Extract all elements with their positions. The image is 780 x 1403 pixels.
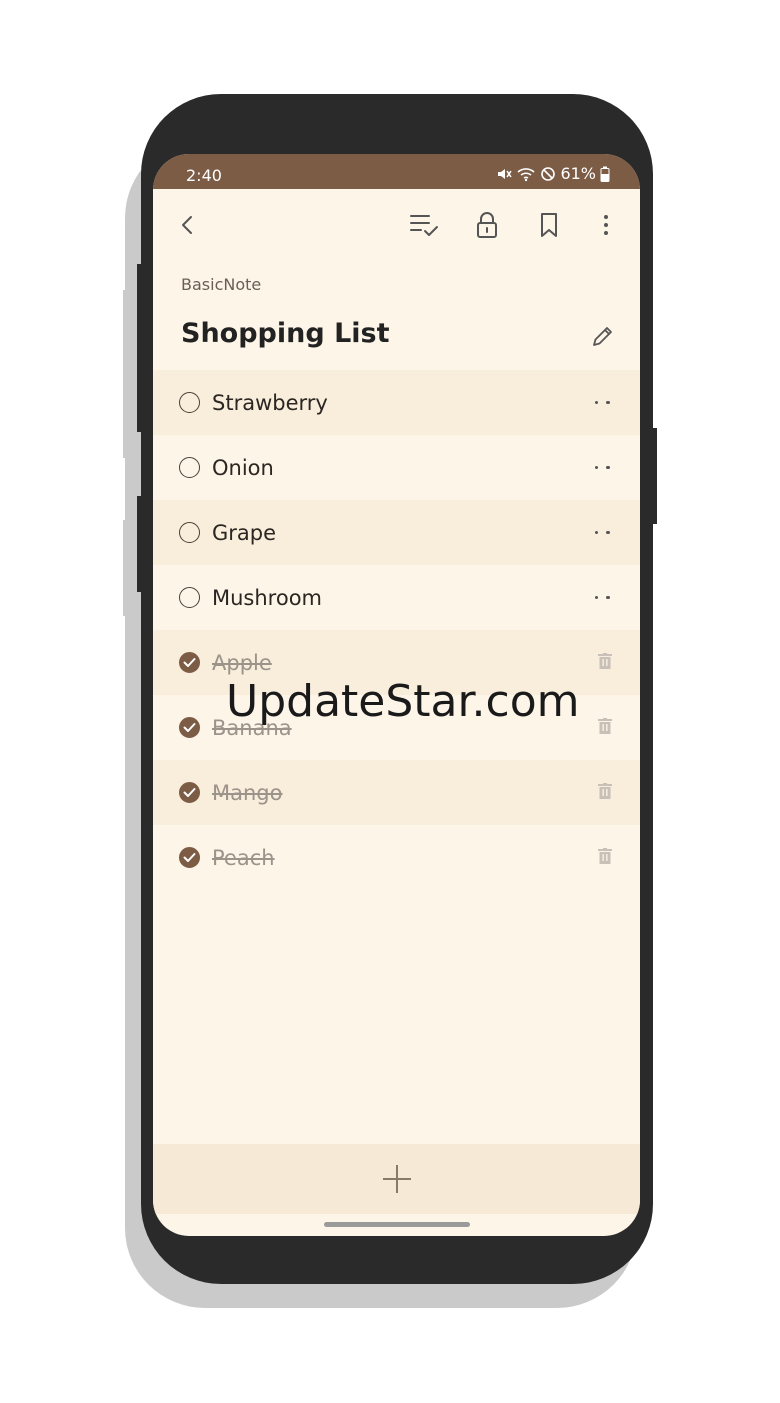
checkmark-icon [183,658,196,667]
list-item[interactable]: Onion [153,435,640,500]
pencil-icon [593,327,612,346]
list-item[interactable]: Strawberry [153,370,640,435]
watermark-text: UpdateStar.com [226,676,580,727]
item-label: Apple [212,650,272,675]
add-item-bar [153,1144,640,1214]
lock-button[interactable] [469,207,505,243]
bookmark-icon [541,213,557,237]
trash-icon [598,652,612,669]
item-label: Strawberry [212,390,328,415]
checked-checkbox[interactable] [179,717,200,738]
item-options-button[interactable] [590,456,614,480]
checked-checkbox[interactable] [179,782,200,803]
wifi-icon [517,167,535,181]
delete-item-button[interactable] [598,847,612,868]
lock-icon [477,212,497,238]
item-label: Mushroom [212,585,323,610]
side-button-shadow [123,290,129,458]
chevron-left-icon [182,216,192,234]
item-label: Grape [212,520,277,545]
delete-item-button[interactable] [598,717,612,738]
mute-icon [498,168,513,179]
more-options-button[interactable] [588,207,624,243]
item-label: Mango [212,780,283,805]
trash-icon [598,717,612,734]
unchecked-checkbox[interactable] [179,457,200,478]
add-item-button[interactable] [381,1163,413,1195]
power-button [651,428,657,524]
toolbar [153,189,640,261]
status-time: 2:40 [186,166,222,185]
list-item[interactable]: Mango [153,760,640,825]
trash-icon [598,782,612,799]
item-label: Peach [212,845,275,870]
checkmark-icon [183,853,196,862]
item-options-button[interactable] [590,391,614,415]
note-title: Shopping List [181,318,390,349]
delete-item-button[interactable] [598,782,612,803]
item-options-button[interactable] [590,521,614,545]
edit-title-button[interactable] [585,318,621,354]
checked-checkbox[interactable] [179,847,200,868]
back-button[interactable] [170,207,206,243]
checklist-icon [410,215,438,236]
checked-checkbox[interactable] [179,652,200,673]
bixby-button [137,496,143,592]
unchecked-checkbox[interactable] [179,392,200,413]
unchecked-checkbox[interactable] [179,522,200,543]
battery-percent: 61% [560,164,596,183]
list-item[interactable]: Peach [153,825,640,890]
item-options-button[interactable] [590,586,614,610]
checklist: Strawberry Onion Grape Mushroom Apple Ba… [153,370,640,890]
trash-icon [598,847,612,864]
volume-button [137,264,143,432]
plus-icon [382,1165,411,1193]
checkmark-icon [183,788,196,797]
checkmark-icon [183,723,196,732]
list-item[interactable]: Grape [153,500,640,565]
status-bar: 2:40 61% [153,154,640,189]
battery-icon [600,166,610,182]
item-label: Onion [212,455,274,480]
side-button-shadow [123,520,129,616]
unchecked-checkbox[interactable] [179,587,200,608]
checklist-button[interactable] [406,207,442,243]
bookmark-button[interactable] [531,207,567,243]
home-indicator[interactable] [324,1222,470,1227]
more-vertical-icon [604,215,608,235]
app-name: BasicNote [181,275,262,294]
do-not-disturb-icon [541,166,556,181]
list-item[interactable]: Mushroom [153,565,640,630]
delete-item-button[interactable] [598,652,612,673]
status-icons: 61% [496,164,610,183]
